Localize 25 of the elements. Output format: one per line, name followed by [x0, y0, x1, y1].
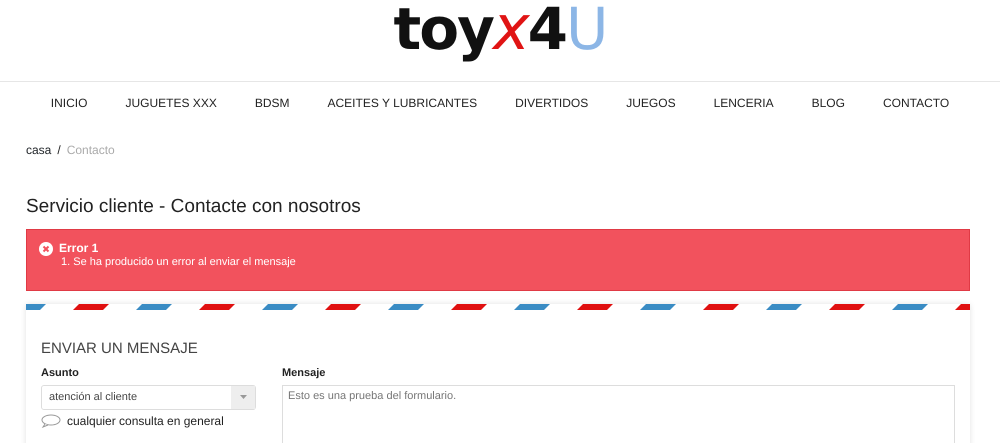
- message-field[interactable]: Esto es una prueba del formulario.: [282, 384, 955, 443]
- nav-link[interactable]: INICIO: [32, 96, 106, 111]
- caret-icon: [240, 395, 246, 400]
- logo[interactable]: toyx4U: [394, 0, 606, 59]
- subject-hint: cualquier consulta en general: [67, 414, 224, 429]
- alert-message: 1. Se ha producido un error al enviar el mensaje: [60, 256, 296, 270]
- speech-bubble-icon: [41, 414, 61, 428]
- breadcrumb-link[interactable]: casa: [26, 143, 52, 158]
- error-icon: [39, 242, 53, 256]
- nav-link[interactable]: DIVERTIDOS: [496, 96, 608, 111]
- page-title: Servicio cliente - Contacte con nosotros: [26, 196, 362, 219]
- alert-title: Error 1: [59, 240, 100, 256]
- breadcrumb-separator: /: [57, 143, 61, 158]
- subject-select[interactable]: atención al cliente: [41, 384, 256, 410]
- nav-link[interactable]: ACEITES Y LUBRICANTES: [308, 96, 496, 111]
- nav-link[interactable]: CONTACTO: [864, 96, 968, 111]
- nav-link[interactable]: BDSM: [236, 96, 308, 111]
- form-heading: ENVIAR UN MENSAJE: [41, 340, 199, 358]
- breadcrumb-current: Contacto: [66, 143, 115, 158]
- field-label: Mensaje: [282, 366, 326, 381]
- nav-link[interactable]: LENCERIA: [694, 96, 793, 111]
- nav-link[interactable]: BLOG: [792, 96, 864, 111]
- nav-link[interactable]: JUEGOS: [607, 96, 695, 111]
- field-label: Asunto: [41, 366, 80, 381]
- nav-link[interactable]: JUGUETES XXX: [106, 96, 236, 111]
